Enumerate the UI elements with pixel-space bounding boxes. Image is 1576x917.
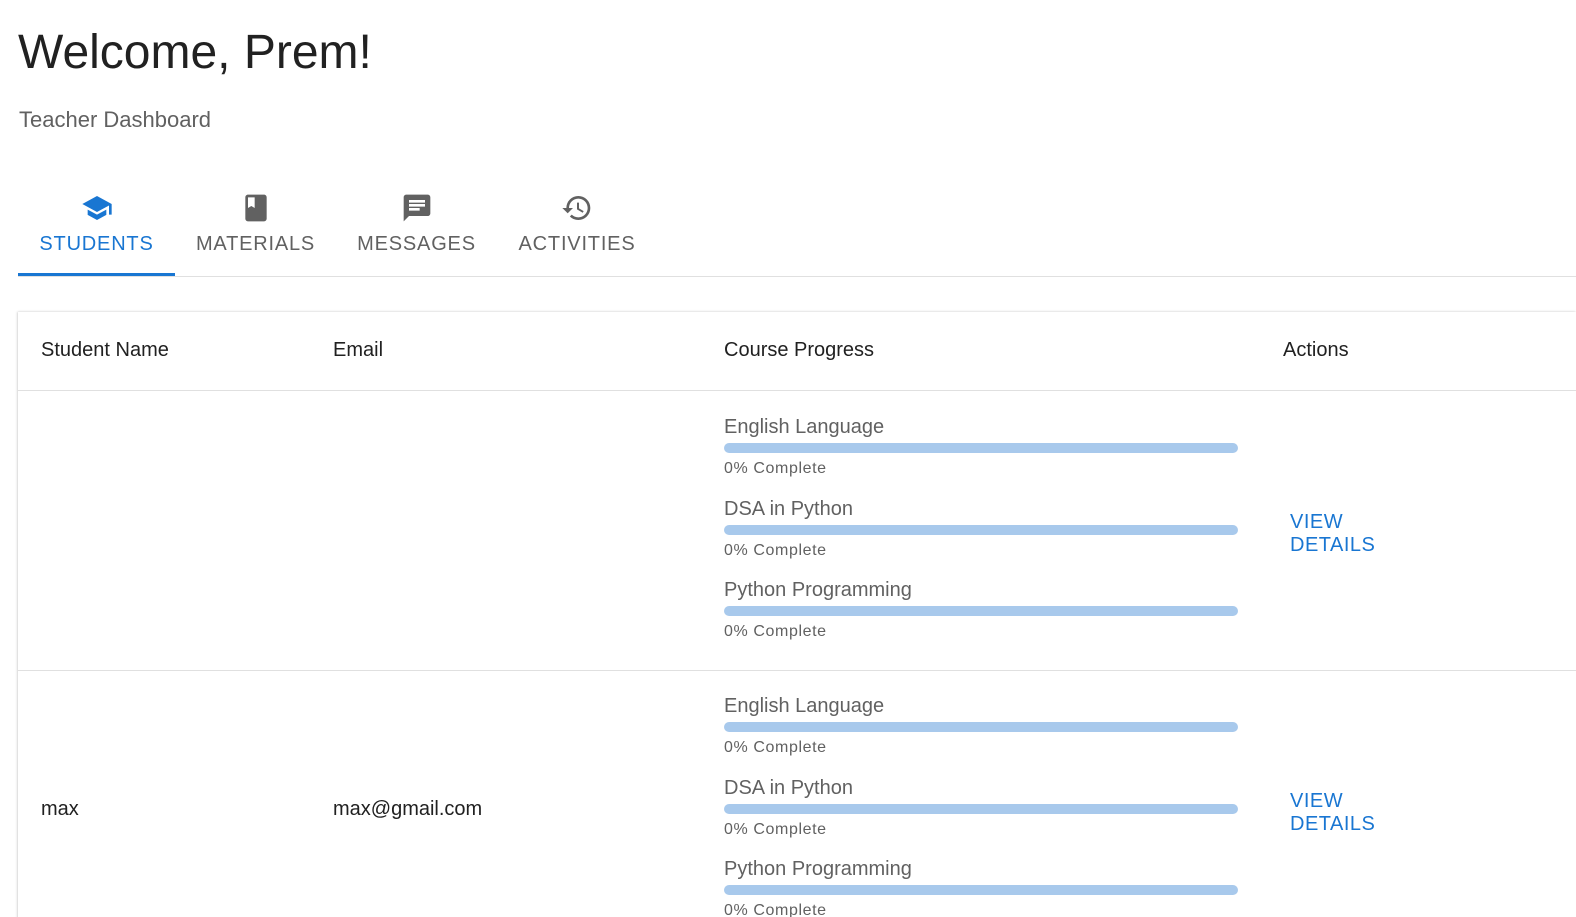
progress-bar xyxy=(724,804,1238,814)
message-icon xyxy=(401,192,433,224)
tab-label: ACTIVITIES xyxy=(518,233,636,255)
course-progress-label: 0% Complete xyxy=(724,460,827,477)
course-progress-label: 0% Complete xyxy=(724,902,827,917)
table-header: Student Name Email Course Progress Actio… xyxy=(18,312,1576,391)
progress-bar xyxy=(724,885,1238,895)
column-header-course-progress: Course Progress xyxy=(724,339,875,361)
column-header-actions: Actions xyxy=(1283,339,1349,361)
progress-bar xyxy=(724,722,1238,732)
course-name: English Language xyxy=(724,695,885,717)
progress-bar xyxy=(724,443,1238,453)
tab-materials[interactable]: MATERIALS xyxy=(175,180,336,275)
course-progress-item: Python Programming 0% Complete xyxy=(724,578,1238,642)
course-progress-label: 0% Complete xyxy=(724,623,827,640)
history-icon xyxy=(561,192,593,224)
student-name-cell: max xyxy=(41,798,79,820)
tab-bar: STUDENTS MATERIALS MESSAGES ACTIVITIES xyxy=(18,180,1576,277)
course-progress-label: 0% Complete xyxy=(724,739,827,756)
progress-bar xyxy=(724,525,1238,535)
course-name: DSA in Python xyxy=(724,777,853,799)
view-details-button[interactable]: VIEW DETAILS xyxy=(1282,511,1432,556)
tab-label: MESSAGES xyxy=(357,233,476,255)
course-name: Python Programming xyxy=(724,858,912,880)
page-title: Welcome, Prem! xyxy=(18,26,372,79)
tab-messages[interactable]: MESSAGES xyxy=(336,180,497,275)
course-progress-item: DSA in Python 0% Complete xyxy=(724,776,1238,840)
course-progress-label: 0% Complete xyxy=(724,821,827,838)
course-name: Python Programming xyxy=(724,579,912,601)
page-subtitle: Teacher Dashboard xyxy=(19,107,212,132)
course-progress-item: Python Programming 0% Complete xyxy=(724,857,1238,917)
active-tab-indicator xyxy=(18,273,175,276)
tab-students[interactable]: STUDENTS xyxy=(18,180,175,275)
course-name: English Language xyxy=(724,416,885,438)
student-email-cell: max@gmail.com xyxy=(333,798,483,820)
progress-bar xyxy=(724,606,1238,616)
course-progress-item: DSA in Python 0% Complete xyxy=(724,497,1238,561)
column-header-email: Email xyxy=(333,339,384,361)
table-row: max max@gmail.com English Language 0% Co… xyxy=(18,670,1576,917)
course-progress-item: English Language 0% Complete xyxy=(724,415,1238,479)
book-icon xyxy=(240,192,272,224)
column-header-student-name: Student Name xyxy=(41,339,169,361)
view-details-button[interactable]: VIEW DETAILS xyxy=(1282,790,1432,835)
course-name: DSA in Python xyxy=(724,498,853,520)
table-row: English Language 0% Complete DSA in Pyth… xyxy=(18,391,1576,671)
students-table: Student Name Email Course Progress Actio… xyxy=(18,312,1576,917)
tab-label: MATERIALS xyxy=(195,233,316,255)
tab-label: STUDENTS xyxy=(39,233,154,255)
graduation-cap-icon xyxy=(81,192,113,224)
tab-activities[interactable]: ACTIVITIES xyxy=(497,180,657,275)
course-progress-label: 0% Complete xyxy=(724,542,827,559)
teacher-dashboard-page: Welcome, Prem! Teacher Dashboard STUDENT… xyxy=(0,0,1576,917)
course-progress-item: English Language 0% Complete xyxy=(724,694,1238,758)
